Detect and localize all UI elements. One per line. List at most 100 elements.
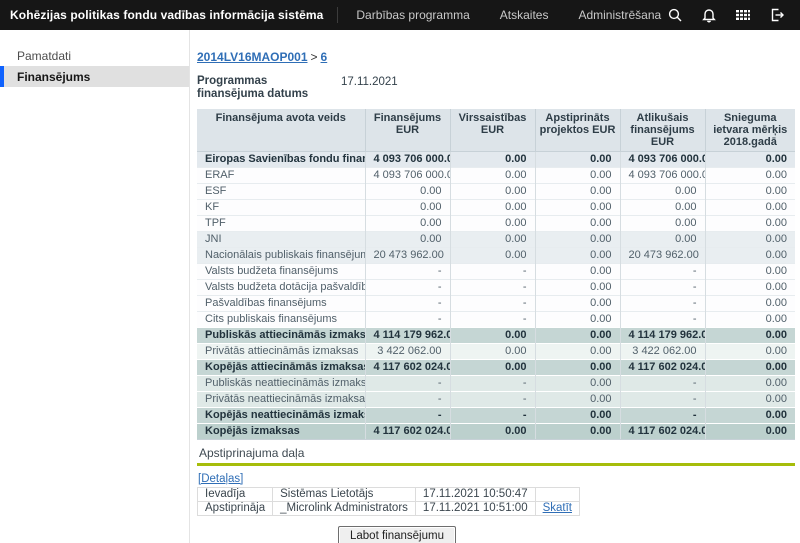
approval-row-ievadija: Ievadīja Sistēmas Lietotājs 17.11.2021 1… bbox=[198, 488, 580, 502]
cell-value: 0.00 bbox=[450, 216, 535, 232]
cell-value: 0.00 bbox=[535, 264, 620, 280]
cell-value: 0.00 bbox=[535, 408, 620, 424]
nav-atskaites[interactable]: Atskaites bbox=[500, 8, 549, 22]
table-row: Kopējās neattiecināmās izmaksas - - 0.00… bbox=[197, 408, 795, 424]
cell-value: 0.00 bbox=[705, 408, 795, 424]
cell-value: - bbox=[450, 264, 535, 280]
table-row: Kopējās attiecināmās izmaksas 4 117 602 … bbox=[197, 360, 795, 376]
cell-value: 0.00 bbox=[620, 216, 705, 232]
table-row: Pašvaldības finansējums - - 0.00 - 0.00 bbox=[197, 296, 795, 312]
cell-value: 0.00 bbox=[450, 328, 535, 344]
cell-value: 0.00 bbox=[535, 392, 620, 408]
cell-value: 0.00 bbox=[535, 344, 620, 360]
col-header-finansejums: Finansējums EUR bbox=[365, 109, 450, 152]
cell-value: 0.00 bbox=[705, 376, 795, 392]
cell-value: 0.00 bbox=[620, 200, 705, 216]
nav-administresana[interactable]: Administrēšana bbox=[578, 8, 661, 22]
cell-value: 0.00 bbox=[365, 232, 450, 248]
row-label: Kopējās izmaksas bbox=[197, 424, 365, 440]
cell-value: 0.00 bbox=[705, 232, 795, 248]
topbar-divider bbox=[337, 7, 338, 23]
row-label: Privātās neattiecināmās izmaksas bbox=[197, 392, 365, 408]
cell-value: - bbox=[620, 392, 705, 408]
details-link[interactable]: [Detaļas] bbox=[198, 473, 243, 485]
row-label: ESF bbox=[197, 184, 365, 200]
cell-value: 0.00 bbox=[620, 184, 705, 200]
app-title: Kohēzijas politikas fondu vadības inform… bbox=[0, 8, 337, 22]
cell-value: 20 473 962.00 bbox=[620, 248, 705, 264]
cell-value: 0.00 bbox=[705, 296, 795, 312]
cell-value: 4 093 706 000.00 bbox=[365, 168, 450, 184]
approval-section-title: Apstiprinajuma daļa bbox=[197, 444, 795, 463]
cell-value: - bbox=[620, 408, 705, 424]
approval-user: _Microlink Administrators bbox=[273, 502, 416, 516]
sidebar-item-finansejums[interactable]: Finansējums bbox=[0, 66, 189, 87]
app-switcher-icon[interactable] bbox=[734, 6, 752, 24]
row-label: Kopējās attiecināmās izmaksas bbox=[197, 360, 365, 376]
table-row: Publiskās neattiecināmās izmaksas - - 0.… bbox=[197, 376, 795, 392]
row-label: JNI bbox=[197, 232, 365, 248]
cell-value: 0.00 bbox=[535, 312, 620, 328]
row-label: TPF bbox=[197, 216, 365, 232]
table-row: Privātās neattiecināmās izmaksas - - 0.0… bbox=[197, 392, 795, 408]
cell-value: - bbox=[365, 312, 450, 328]
table-row: Kopējās izmaksas 4 117 602 024.00 0.00 0… bbox=[197, 424, 795, 440]
bell-icon[interactable] bbox=[700, 6, 718, 24]
cell-value: 0.00 bbox=[450, 200, 535, 216]
cell-value: - bbox=[450, 312, 535, 328]
col-header-avota-veids: Finansējuma avota veids bbox=[197, 109, 365, 152]
cell-value: 0.00 bbox=[535, 424, 620, 440]
logout-icon[interactable] bbox=[768, 6, 786, 24]
program-date-row: Programmas finansējuma datums 17.11.2021 bbox=[197, 75, 795, 101]
cell-value: 4 114 179 962.00 bbox=[365, 328, 450, 344]
approval-label: Apstiprināja bbox=[198, 502, 273, 516]
row-label: Nacionālais publiskais finansējums bbox=[197, 248, 365, 264]
cell-value: 0.00 bbox=[535, 296, 620, 312]
cell-value: 0.00 bbox=[450, 424, 535, 440]
cell-value: 4 093 706 000.00 bbox=[620, 152, 705, 168]
cell-value: - bbox=[450, 296, 535, 312]
breadcrumb-version-link[interactable]: 6 bbox=[321, 50, 328, 64]
cell-value: 0.00 bbox=[450, 248, 535, 264]
cell-value: 0.00 bbox=[705, 248, 795, 264]
sidebar-item-pamatdati[interactable]: Pamatdati bbox=[0, 45, 189, 66]
cell-value: 0.00 bbox=[705, 312, 795, 328]
cell-value: 3 422 062.00 bbox=[365, 344, 450, 360]
table-row: TPF 0.00 0.00 0.00 0.00 0.00 bbox=[197, 216, 795, 232]
row-label: Eiropas Savienības fondu finansējums bbox=[197, 152, 365, 168]
table-row: KF 0.00 0.00 0.00 0.00 0.00 bbox=[197, 200, 795, 216]
nav-darbibas-programma[interactable]: Darbības programma bbox=[356, 8, 469, 22]
cell-value: - bbox=[450, 376, 535, 392]
row-label: Publiskās attiecināmās izmaksas bbox=[197, 328, 365, 344]
row-label: Kopējās neattiecināmās izmaksas bbox=[197, 408, 365, 424]
cell-value: - bbox=[365, 392, 450, 408]
cell-value: - bbox=[620, 296, 705, 312]
cell-value: - bbox=[365, 376, 450, 392]
cell-value: 0.00 bbox=[535, 232, 620, 248]
search-icon[interactable] bbox=[666, 6, 684, 24]
sidebar: Pamatdati Finansējums bbox=[0, 30, 190, 543]
cell-value: 0.00 bbox=[535, 152, 620, 168]
row-label: KF bbox=[197, 200, 365, 216]
cell-value: 0.00 bbox=[450, 152, 535, 168]
breadcrumb-program-link[interactable]: 2014LV16MAOP001 bbox=[197, 50, 308, 64]
col-header-atlikusais: Atlikušais finansējums EUR bbox=[620, 109, 705, 152]
cell-value: 0.00 bbox=[535, 280, 620, 296]
cell-value: 4 114 179 962.00 bbox=[620, 328, 705, 344]
cell-value: - bbox=[450, 280, 535, 296]
finance-table: Finansējuma avota veids Finansējums EUR … bbox=[197, 109, 795, 440]
cell-value: 0.00 bbox=[535, 376, 620, 392]
cell-value: - bbox=[365, 408, 450, 424]
cell-value: - bbox=[620, 312, 705, 328]
edit-financing-button[interactable]: Labot finansējumu bbox=[338, 526, 456, 543]
skatit-link[interactable]: Skatīt bbox=[543, 502, 572, 514]
cell-value: 0.00 bbox=[705, 424, 795, 440]
cell-value: 4 117 602 024.00 bbox=[620, 360, 705, 376]
row-label: ERAF bbox=[197, 168, 365, 184]
top-navigation: Darbības programma Atskaites Administrēš… bbox=[356, 8, 661, 22]
cell-value: 0.00 bbox=[705, 328, 795, 344]
row-label: Valsts budžeta finansējums bbox=[197, 264, 365, 280]
breadcrumb: 2014LV16MAOP001>6 bbox=[197, 50, 795, 64]
cell-value: - bbox=[620, 376, 705, 392]
cell-value: 3 422 062.00 bbox=[620, 344, 705, 360]
